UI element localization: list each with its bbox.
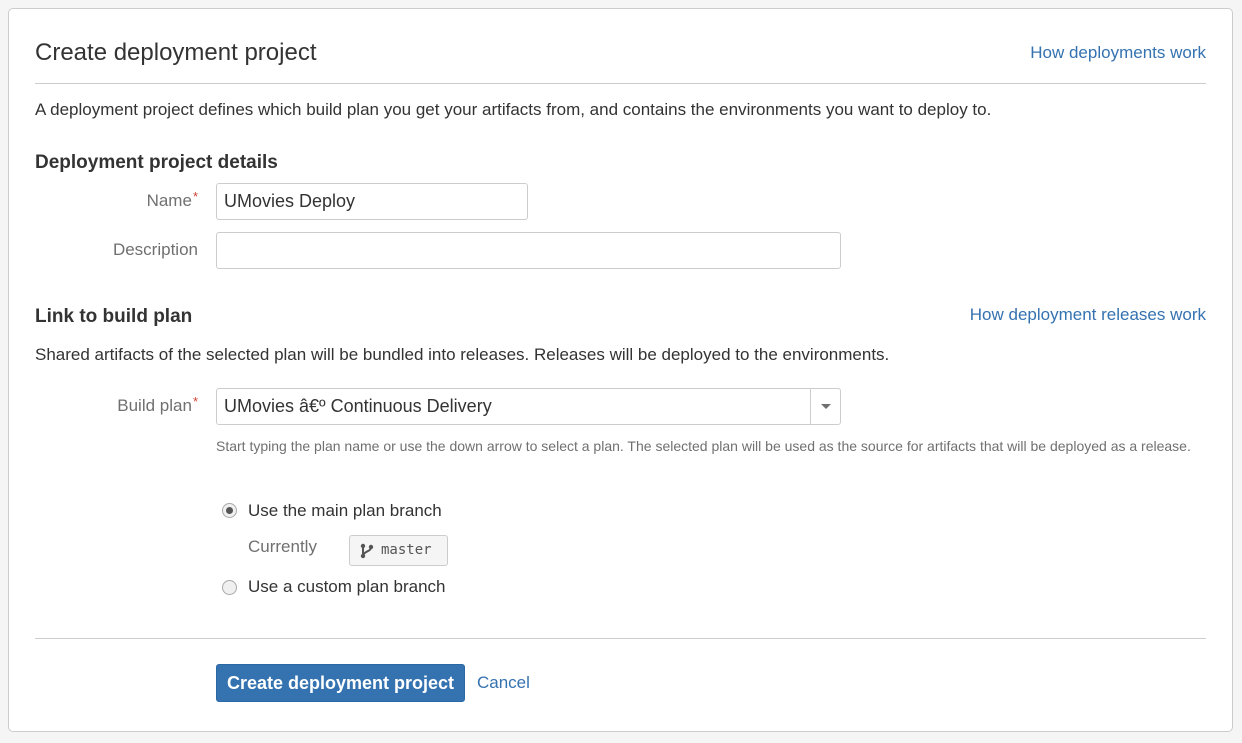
required-marker: *: [192, 394, 198, 409]
caret-down-icon: [821, 404, 831, 409]
intro-text: A deployment project defines which build…: [35, 100, 992, 119]
header-divider: [35, 83, 1206, 84]
cancel-link[interactable]: Cancel: [477, 672, 530, 694]
how-deployments-work-link[interactable]: How deployments work: [1030, 42, 1206, 64]
build-plan-label-text: Build plan: [117, 396, 192, 415]
current-branch-lozenge: master: [349, 535, 448, 566]
how-releases-work-link[interactable]: How deployment releases work: [970, 304, 1206, 326]
custom-branch-radio[interactable]: [222, 580, 237, 595]
required-marker: *: [192, 189, 198, 204]
name-input[interactable]: [216, 183, 528, 220]
details-heading: Deployment project details: [35, 152, 278, 173]
create-deployment-card: Create deployment project How deployment…: [8, 8, 1233, 732]
build-plan-heading: Link to build plan: [35, 306, 193, 327]
build-plan-help-text: Start typing the plan name or use the do…: [216, 438, 1191, 454]
create-deployment-project-button[interactable]: Create deployment project: [216, 664, 465, 702]
currently-label: Currently: [248, 537, 317, 556]
name-label: Name*: [33, 189, 198, 212]
description-input[interactable]: [216, 232, 841, 269]
build-plan-selected-value: UMovies â€º Continuous Delivery: [224, 396, 492, 416]
build-plan-label: Build plan*: [33, 394, 198, 417]
custom-branch-label[interactable]: Use a custom plan branch: [248, 576, 446, 598]
description-label: Description: [112, 240, 198, 259]
footer-divider: [35, 638, 1206, 639]
branch-name: master: [381, 542, 432, 558]
build-plan-description: Shared artifacts of the selected plan wi…: [35, 345, 890, 364]
build-plan-dropdown-button[interactable]: [810, 389, 840, 424]
main-branch-label[interactable]: Use the main plan branch: [248, 500, 442, 522]
main-branch-radio[interactable]: [222, 503, 237, 518]
name-label-text: Name: [146, 191, 192, 210]
page-title: Create deployment project: [35, 39, 317, 66]
build-plan-select[interactable]: UMovies â€º Continuous Delivery: [216, 388, 841, 425]
branch-icon: [360, 543, 374, 559]
